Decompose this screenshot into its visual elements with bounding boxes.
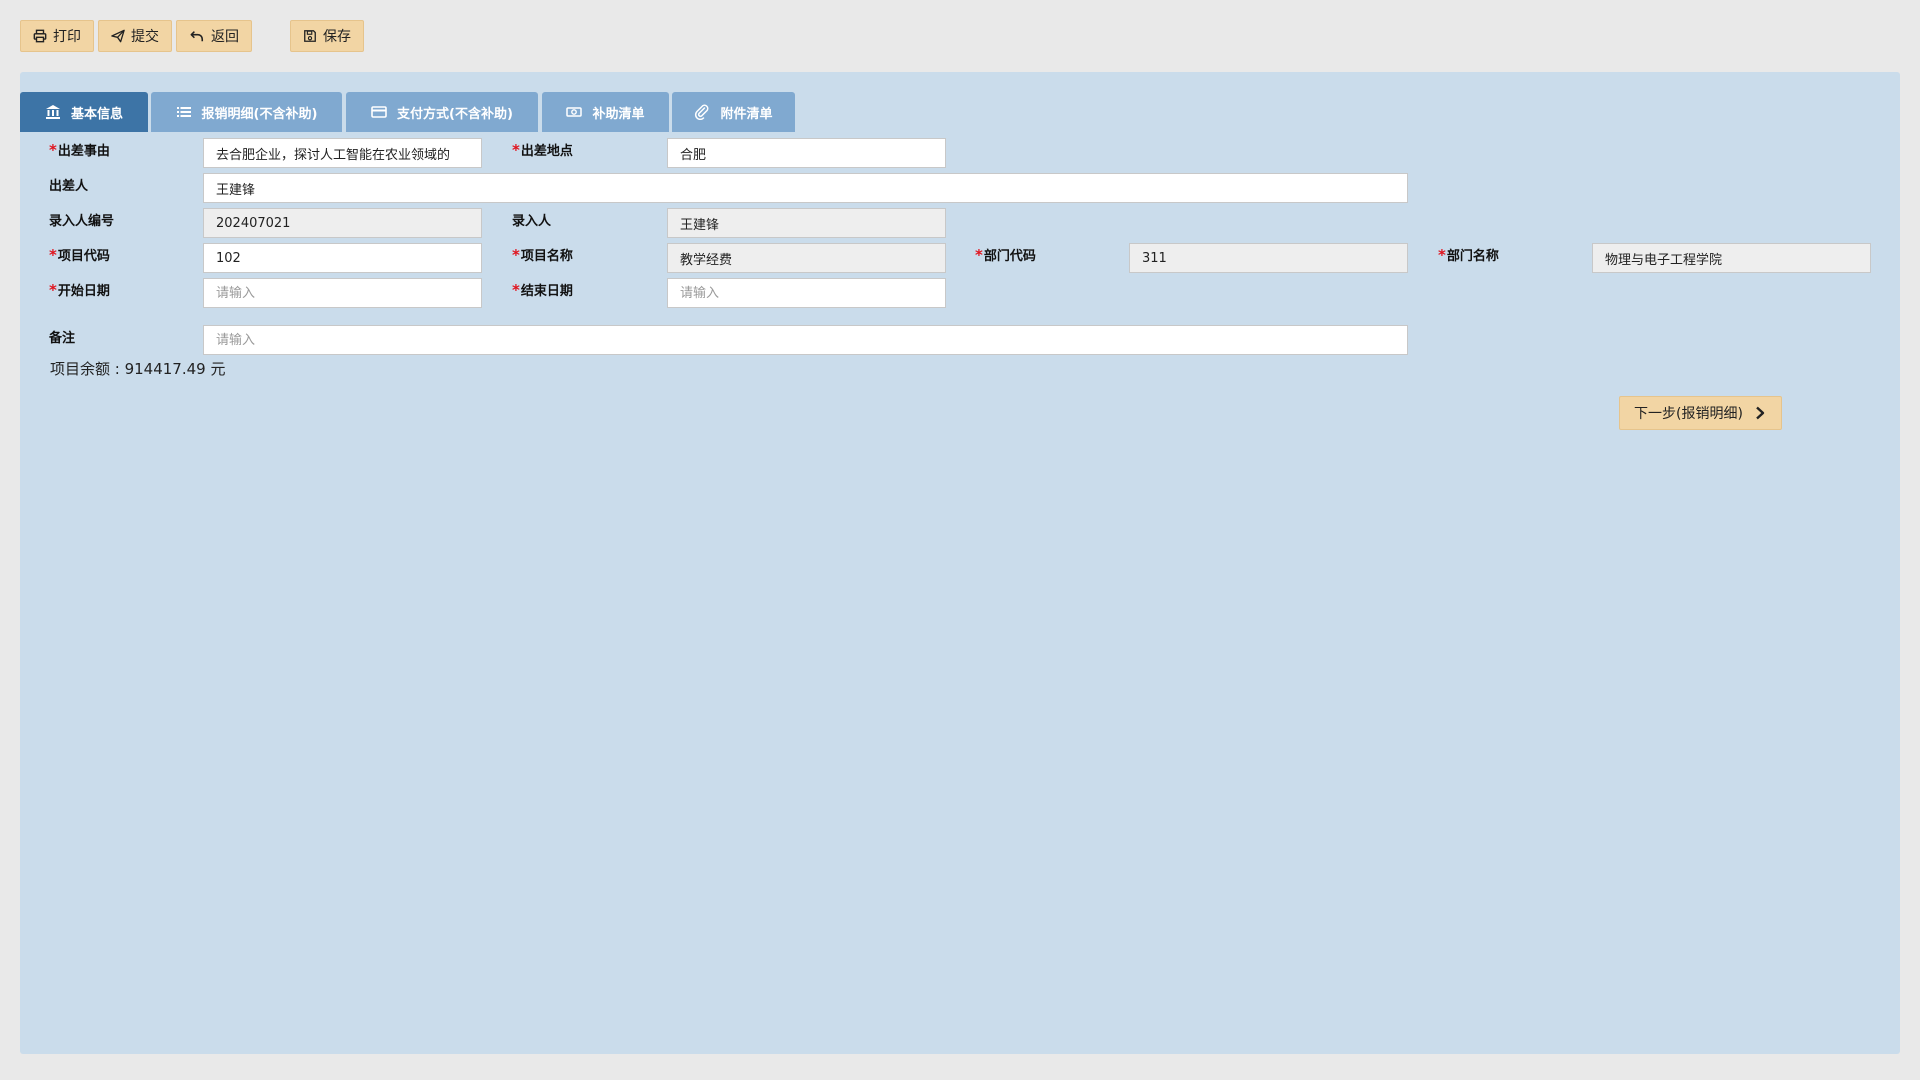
traveler-label: 出差人 [49, 179, 89, 194]
form-panel: 基本信息 报销明细(不含补助) 支付方式(不含补助) 补助清单 附件清单 *出差… [20, 72, 1900, 1054]
tab-label: 补助清单 [592, 106, 645, 122]
credit-card-icon [371, 104, 387, 120]
start-date-label: *开始日期 [49, 281, 110, 299]
end-date-input[interactable] [667, 278, 946, 308]
tab-payment-method[interactable]: 支付方式(不含补助) [346, 92, 538, 132]
entrant-input[interactable] [667, 208, 946, 238]
entrant-label: 录入人 [512, 214, 552, 229]
end-date-label: *结束日期 [512, 281, 573, 299]
paperclip-icon [694, 104, 710, 120]
dept-name-label: *部门名称 [1438, 246, 1499, 264]
remark-input[interactable] [203, 325, 1408, 355]
next-step-label: 下一步(报销明细) [1634, 406, 1743, 422]
tab-label: 报销明细(不含补助) [201, 106, 318, 122]
entrant-id-label: 录入人编号 [49, 214, 115, 229]
save-label: 保存 [323, 29, 351, 45]
print-label: 打印 [53, 29, 81, 45]
tab-label: 支付方式(不含补助) [397, 106, 513, 122]
project-name-input[interactable] [667, 243, 946, 273]
project-name-label: *项目名称 [512, 246, 573, 264]
chevron-right-icon [1753, 406, 1767, 420]
submit-label: 提交 [131, 29, 159, 45]
required-mark: * [49, 281, 57, 299]
bank-icon [45, 104, 61, 120]
tab-subsidy-list[interactable]: 补助清单 [542, 92, 669, 132]
tab-attachment-list[interactable]: 附件清单 [672, 92, 795, 132]
required-mark: * [512, 141, 520, 159]
required-mark: * [512, 281, 520, 299]
undo-icon [189, 28, 205, 44]
printer-icon [33, 28, 47, 44]
save-button[interactable]: 保存 [290, 20, 364, 52]
start-date-input[interactable] [203, 278, 482, 308]
print-button[interactable]: 打印 [20, 20, 94, 52]
next-step-button[interactable]: 下一步(报销明细) [1619, 396, 1782, 430]
reason-label: *出差事由 [49, 141, 110, 159]
reason-input[interactable] [203, 138, 482, 168]
project-balance: 项目余额 : 914417.49 元 [50, 360, 226, 378]
floppy-disk-icon [303, 28, 317, 44]
back-button[interactable]: 返回 [176, 20, 252, 52]
paper-plane-icon [111, 28, 125, 44]
required-mark: * [512, 246, 520, 264]
remark-label: 备注 [49, 331, 76, 346]
traveler-input[interactable] [203, 173, 1408, 203]
required-mark: * [975, 246, 983, 264]
back-label: 返回 [211, 29, 239, 45]
required-mark: * [1438, 246, 1446, 264]
entrant-id-input[interactable] [203, 208, 482, 238]
submit-button[interactable]: 提交 [98, 20, 172, 52]
tab-label: 附件清单 [720, 106, 773, 122]
tab-expense-details[interactable]: 报销明细(不含补助) [151, 92, 342, 132]
dept-name-input[interactable] [1592, 243, 1871, 273]
location-label: *出差地点 [512, 141, 573, 159]
tab-basic-info[interactable]: 基本信息 [20, 92, 148, 132]
tab-label: 基本信息 [70, 106, 123, 122]
project-code-input[interactable] [203, 243, 482, 273]
project-code-label: *项目代码 [49, 246, 110, 264]
location-input[interactable] [667, 138, 946, 168]
money-icon [566, 104, 583, 120]
required-mark: * [49, 246, 57, 264]
required-mark: * [49, 141, 57, 159]
list-icon [176, 104, 192, 120]
dept-code-label: *部门代码 [975, 246, 1036, 264]
dept-code-input[interactable] [1129, 243, 1408, 273]
